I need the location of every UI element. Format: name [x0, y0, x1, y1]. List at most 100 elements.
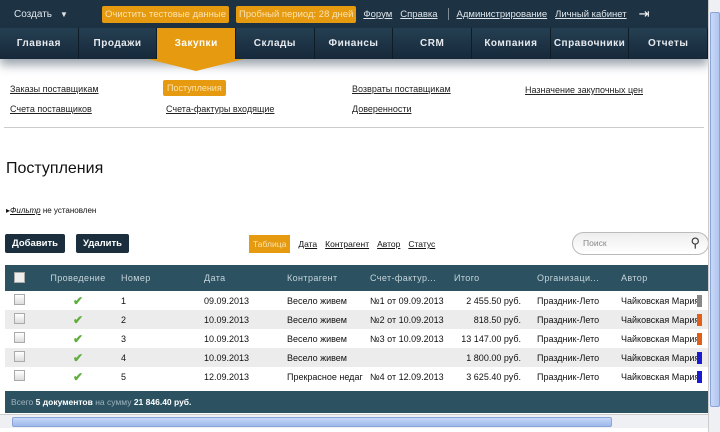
view-author[interactable]: Автор	[377, 239, 400, 249]
view-date[interactable]: Дата	[298, 239, 317, 249]
cell-invoice: №1 от 09.09.2013	[370, 295, 444, 306]
clear-test-data-button[interactable]: Очистить тестовые данные	[102, 5, 230, 23]
cell-num: 3	[121, 333, 127, 344]
select-all-checkbox[interactable]	[14, 271, 25, 283]
nav-warehouses[interactable]: Склады	[236, 28, 315, 59]
cell-num: 4	[121, 352, 127, 363]
filter-status: не установлен	[42, 206, 97, 215]
nav-sales[interactable]: Продажи	[79, 28, 158, 59]
footer-sum: 21 846.40 руб.	[133, 397, 192, 407]
cell-party: Весело живем	[287, 333, 347, 344]
subnav-proxies[interactable]: Доверенности	[352, 104, 412, 114]
col-invoice[interactable]: Счет-фактур...	[366, 273, 450, 283]
col-total[interactable]: Итого	[450, 273, 533, 283]
check-icon: ✔	[72, 350, 84, 365]
nav-crm[interactable]: CRM	[393, 28, 473, 59]
forum-link[interactable]: Форум	[363, 9, 392, 20]
check-icon: ✔	[72, 312, 84, 327]
subnav-returns[interactable]: Возвраты поставщикам	[352, 84, 451, 94]
top-bar: Создать ▼ Очистить тестовые данные Пробны…	[0, 0, 708, 28]
cell-author: Чайковская Мария	[621, 295, 697, 306]
cell-org: Праздник-Лето	[537, 333, 600, 344]
table-row[interactable]: ✔ 5 12.09.2013 Прекрасное недаг №4 от 12.09.…	[5, 367, 708, 386]
table-row[interactable]: ✔ 3 10.09.2013 Весело живем №3 от 10.09.2013…	[5, 329, 708, 348]
row-checkbox[interactable]	[14, 351, 25, 362]
subnav-orders[interactable]: Заказы поставщикам	[10, 84, 99, 94]
nav-purchases[interactable]: Закупки	[148, 28, 244, 71]
status-color-marker	[697, 370, 702, 383]
filter-link[interactable]: Фильтр	[10, 206, 41, 215]
search-input[interactable]: Поиск ⚲	[572, 232, 709, 255]
subnav-receipts[interactable]: Поступления	[163, 80, 226, 96]
col-author[interactable]: Автор	[617, 273, 697, 283]
chevron-down-icon: ▼	[60, 9, 68, 19]
check-icon: ✔	[72, 331, 84, 346]
status-color-marker	[697, 313, 702, 326]
create-menu[interactable]: Создать ▼	[14, 9, 102, 20]
cell-date: 10.09.2013	[204, 352, 250, 363]
table-row[interactable]: ✔ 1 09.09.2013 Весело живем №1 от 09.09.2013…	[5, 291, 708, 310]
view-status[interactable]: Статус	[408, 239, 435, 249]
cabinet-link[interactable]: Личный кабинет	[555, 9, 626, 20]
row-checkbox[interactable]	[14, 370, 25, 381]
col-org[interactable]: Организаци...	[533, 273, 617, 283]
subnav-tax-invoices[interactable]: Счета-фактуры входящие	[166, 104, 274, 114]
footer-mid: на сумму	[95, 397, 132, 407]
col-number[interactable]: Номер	[117, 273, 200, 283]
nav-reports[interactable]: Отчеты	[629, 28, 709, 59]
row-checkbox[interactable]	[14, 294, 25, 305]
filter-toggle[interactable]: ▸Фильтр не установлен	[6, 206, 96, 215]
logout-icon[interactable]: ⇥	[639, 6, 650, 22]
cell-org: Праздник-Лето	[537, 295, 600, 306]
table-header: Проведение Номер Дата Контрагент Счет-фа…	[5, 265, 708, 291]
main-nav: Главная Продажи Закупки Склады Финансы C…	[0, 28, 709, 71]
cell-total: 2 455.50 руб.	[466, 295, 521, 306]
subnav-invoices[interactable]: Счета поставщиков	[10, 104, 92, 114]
cell-party: Весело живем	[287, 352, 347, 363]
admin-link[interactable]: Администрирование	[457, 9, 548, 20]
col-posted[interactable]: Проведение	[35, 273, 117, 283]
cell-date: 10.09.2013	[204, 314, 250, 325]
table-row[interactable]: ✔ 4 10.09.2013 Весело живем 1 800.00 руб. Пра…	[5, 348, 708, 367]
col-date[interactable]: Дата	[200, 273, 283, 283]
row-checkbox[interactable]	[14, 313, 25, 324]
delete-button[interactable]: Удалить	[76, 234, 129, 253]
horizontal-scrollbar[interactable]	[0, 414, 708, 428]
documents-table: Проведение Номер Дата Контрагент Счет-фа…	[5, 265, 708, 386]
vertical-scrollbar[interactable]	[708, 0, 720, 432]
status-color-marker	[697, 294, 702, 307]
trial-period-button[interactable]: Пробный период: 28 дней	[236, 5, 357, 23]
nav-company[interactable]: Компания	[472, 28, 551, 59]
col-party[interactable]: Контрагент	[283, 273, 366, 283]
cell-party: Весело живем	[287, 295, 347, 306]
cell-author: Чайковская Мария	[621, 352, 697, 363]
subnav-prices[interactable]: Назначение закупочных цен	[525, 85, 643, 95]
cell-author: Чайковская Мария	[621, 371, 697, 382]
footer-count: 5 документов	[35, 397, 93, 407]
cell-total: 1 800.00 руб.	[466, 352, 521, 363]
help-link[interactable]: Справка	[400, 9, 437, 20]
nav-home[interactable]: Главная	[0, 28, 79, 59]
nav-references[interactable]: Справочники	[551, 28, 630, 59]
row-checkbox[interactable]	[14, 332, 25, 343]
scroll-thumb[interactable]	[12, 417, 612, 427]
view-party[interactable]: Контрагент	[325, 239, 369, 249]
search-icon[interactable]: ⚲	[690, 235, 700, 251]
view-table[interactable]: Таблица	[249, 235, 291, 253]
cell-invoice: №2 от 10.09.2013	[370, 314, 444, 325]
check-icon: ✔	[72, 369, 84, 384]
search-placeholder: Поиск	[583, 238, 607, 248]
footer-prefix: Всего	[11, 397, 34, 407]
table-row[interactable]: ✔ 2 10.09.2013 Весело живем №2 от 10.09.2013…	[5, 310, 708, 329]
cell-num: 5	[121, 371, 127, 382]
page-title: Поступления	[6, 160, 104, 177]
cell-org: Праздник-Лето	[537, 352, 600, 363]
scroll-thumb[interactable]	[710, 12, 720, 407]
add-button[interactable]: Добавить	[5, 234, 66, 253]
cell-total: 3 625.40 руб.	[466, 371, 521, 382]
cell-org: Праздник-Лето	[537, 314, 600, 325]
cell-author: Чайковская Мария	[621, 333, 697, 344]
nav-finance[interactable]: Финансы	[315, 28, 394, 59]
status-color-marker	[697, 351, 702, 364]
cell-total: 13 147.00 руб.	[461, 333, 521, 344]
